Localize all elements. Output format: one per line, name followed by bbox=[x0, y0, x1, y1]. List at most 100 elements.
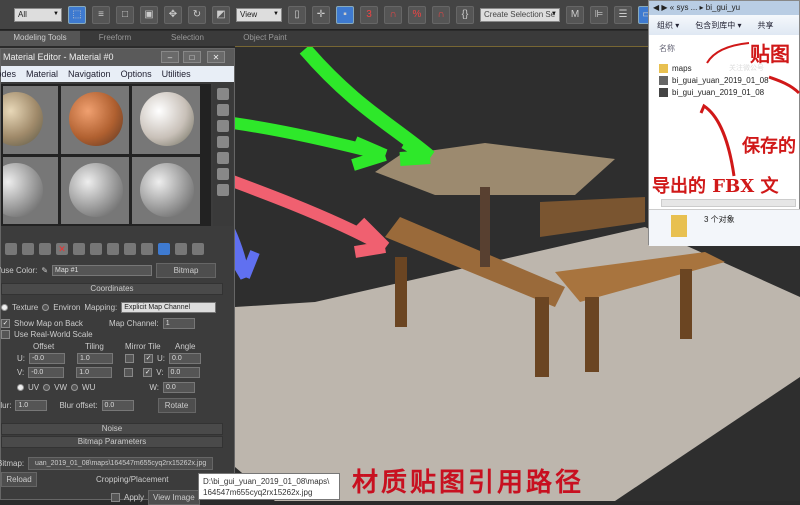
uv-tiling-icon[interactable] bbox=[217, 136, 229, 148]
move-icon[interactable]: ✥ bbox=[164, 5, 182, 24]
sample-slot[interactable] bbox=[132, 86, 200, 154]
mirror-u-checkbox[interactable] bbox=[125, 354, 134, 363]
maximize-button[interactable]: □ bbox=[183, 51, 201, 63]
angle-u-field[interactable]: 0.0 bbox=[169, 353, 201, 364]
video-check-icon[interactable] bbox=[217, 152, 229, 164]
put-to-scene-icon[interactable] bbox=[22, 243, 34, 255]
menu-modes[interactable]: Modes bbox=[0, 69, 16, 82]
percent-snap-icon[interactable]: % bbox=[408, 5, 426, 24]
cropping-placement-label: Cropping/Placement bbox=[96, 475, 169, 484]
reference-coord-dropdown[interactable]: View bbox=[236, 7, 282, 22]
noise-rollout[interactable]: Noise bbox=[1, 423, 223, 435]
show-map-icon[interactable] bbox=[141, 243, 153, 255]
tiling-u-field[interactable]: 1.0 bbox=[77, 353, 113, 364]
menu-utilities[interactable]: Utilities bbox=[162, 69, 191, 82]
u-label: U: bbox=[17, 354, 25, 363]
scale-icon[interactable]: ◩ bbox=[212, 5, 230, 24]
spinner-snap-icon[interactable]: ∩ bbox=[432, 5, 450, 24]
texture-label: Texture bbox=[12, 303, 39, 312]
rotate-button[interactable]: Rotate bbox=[157, 398, 196, 413]
preview-icon[interactable] bbox=[217, 168, 229, 180]
select-manipulate-icon[interactable]: ✛ bbox=[312, 5, 330, 24]
options-icon[interactable] bbox=[217, 184, 229, 196]
show-end-result-icon[interactable] bbox=[158, 243, 170, 255]
angle-snap-icon[interactable]: ∩ bbox=[384, 5, 402, 24]
selection-set-dropdown[interactable]: Create Selection Se bbox=[480, 7, 560, 22]
map-channel-field[interactable]: 1 bbox=[162, 318, 195, 329]
snap-toggle[interactable]: 3 bbox=[360, 5, 378, 24]
put-to-library-icon[interactable] bbox=[107, 243, 119, 255]
get-material-icon[interactable] bbox=[5, 243, 17, 255]
tab-freeform[interactable]: Freeform bbox=[80, 31, 150, 46]
view-image-button[interactable]: View Image bbox=[148, 490, 200, 505]
real-world-checkbox[interactable] bbox=[1, 330, 10, 339]
reset-map-icon[interactable]: ✕ bbox=[56, 243, 68, 255]
material-editor-titlebar[interactable]: Material Editor - Material #0 – □ ✕ bbox=[1, 49, 234, 66]
tab-modeling-tools[interactable]: Modeling Tools bbox=[0, 31, 80, 46]
filter-dropdown[interactable]: All bbox=[14, 7, 62, 22]
wu-radio[interactable] bbox=[71, 384, 79, 391]
blur-offset-field[interactable]: 0.0 bbox=[101, 400, 134, 411]
select-by-name-button[interactable]: ≡ bbox=[92, 5, 110, 24]
tab-selection[interactable]: Selection bbox=[150, 31, 225, 46]
bitmap-parameters-rollout[interactable]: Bitmap Parameters bbox=[1, 436, 223, 448]
mirror-icon[interactable]: M bbox=[566, 5, 584, 24]
material-id-icon[interactable] bbox=[124, 243, 136, 255]
region-select-button[interactable]: □ bbox=[116, 5, 134, 24]
close-button[interactable]: ✕ bbox=[207, 51, 225, 63]
go-to-parent-icon[interactable] bbox=[175, 243, 187, 255]
blur-field[interactable]: 1.0 bbox=[15, 400, 48, 411]
offset-v-field[interactable]: -0.0 bbox=[28, 367, 65, 378]
tile-v-checkbox[interactable]: ✓ bbox=[143, 368, 153, 377]
show-map-on-back-checkbox[interactable]: ✓ bbox=[1, 319, 10, 328]
minimize-button[interactable]: – bbox=[161, 51, 179, 63]
tile-u-checkbox[interactable]: ✓ bbox=[144, 354, 153, 363]
tiling-v-field[interactable]: 1.0 bbox=[76, 367, 113, 378]
environ-label: Environ bbox=[53, 303, 81, 312]
tab-object-paint[interactable]: Object Paint bbox=[225, 31, 305, 46]
rotate-icon[interactable]: ↻ bbox=[188, 5, 206, 24]
menu-material[interactable]: Material bbox=[26, 69, 58, 82]
eyedropper-icon[interactable]: ✎ bbox=[41, 266, 48, 275]
pivot-icon[interactable]: ▯ bbox=[288, 5, 306, 24]
assign-material-icon[interactable] bbox=[39, 243, 51, 255]
angle-w-field[interactable]: 0.0 bbox=[162, 382, 195, 393]
menu-navigation[interactable]: Navigation bbox=[68, 69, 111, 82]
map-type-button[interactable]: Bitmap bbox=[156, 263, 217, 278]
map-name-field[interactable]: Map #1 bbox=[52, 265, 153, 276]
layers-icon[interactable]: ☰ bbox=[614, 5, 632, 24]
sample-slot[interactable] bbox=[132, 156, 200, 224]
window-crossing-button[interactable]: ▣ bbox=[140, 5, 158, 24]
select-object-button[interactable]: ⬚ bbox=[68, 5, 86, 24]
blue-arrow bbox=[171, 153, 260, 280]
bitmap-path-button[interactable]: uan_2019_01_08\maps\164547m655cyq2rx1526… bbox=[28, 457, 214, 470]
sample-slot[interactable] bbox=[3, 156, 58, 224]
uv-radio[interactable] bbox=[17, 384, 24, 391]
mirror-v-checkbox[interactable] bbox=[124, 368, 134, 377]
angle-v-field[interactable]: 0.0 bbox=[167, 367, 200, 378]
make-unique-icon[interactable] bbox=[90, 243, 102, 255]
sample-type-icon[interactable] bbox=[217, 88, 229, 100]
annotation-fbx: 导出的 FBX 文 bbox=[652, 176, 779, 197]
backlight-icon[interactable] bbox=[217, 104, 229, 116]
sample-slot[interactable] bbox=[3, 86, 58, 154]
v-row: V: -0.0 1.0 ✓ V: 0.0 bbox=[17, 367, 200, 378]
edit-named-sets-icon[interactable]: {} bbox=[456, 5, 474, 24]
align-icon[interactable]: ⊫ bbox=[590, 5, 608, 24]
vw-radio[interactable] bbox=[43, 384, 51, 391]
wu-label: WU bbox=[82, 383, 96, 392]
make-copy-icon[interactable] bbox=[73, 243, 85, 255]
offset-u-field[interactable]: -0.0 bbox=[29, 353, 65, 364]
apply-checkbox[interactable] bbox=[111, 493, 120, 502]
environ-radio[interactable] bbox=[42, 304, 50, 311]
menu-options[interactable]: Options bbox=[121, 69, 152, 82]
coordinates-rollout[interactable]: Coordinates bbox=[1, 283, 223, 295]
texture-radio[interactable] bbox=[1, 304, 8, 311]
sample-slot[interactable] bbox=[61, 86, 129, 154]
background-icon[interactable] bbox=[217, 120, 229, 132]
reload-button[interactable]: Reload bbox=[1, 472, 37, 487]
go-forward-icon[interactable] bbox=[192, 243, 204, 255]
mapping-dropdown[interactable]: Explicit Map Channel bbox=[121, 302, 217, 313]
keyboard-shortcut-icon[interactable]: ▪ bbox=[336, 5, 354, 24]
sample-slot[interactable] bbox=[61, 156, 129, 224]
